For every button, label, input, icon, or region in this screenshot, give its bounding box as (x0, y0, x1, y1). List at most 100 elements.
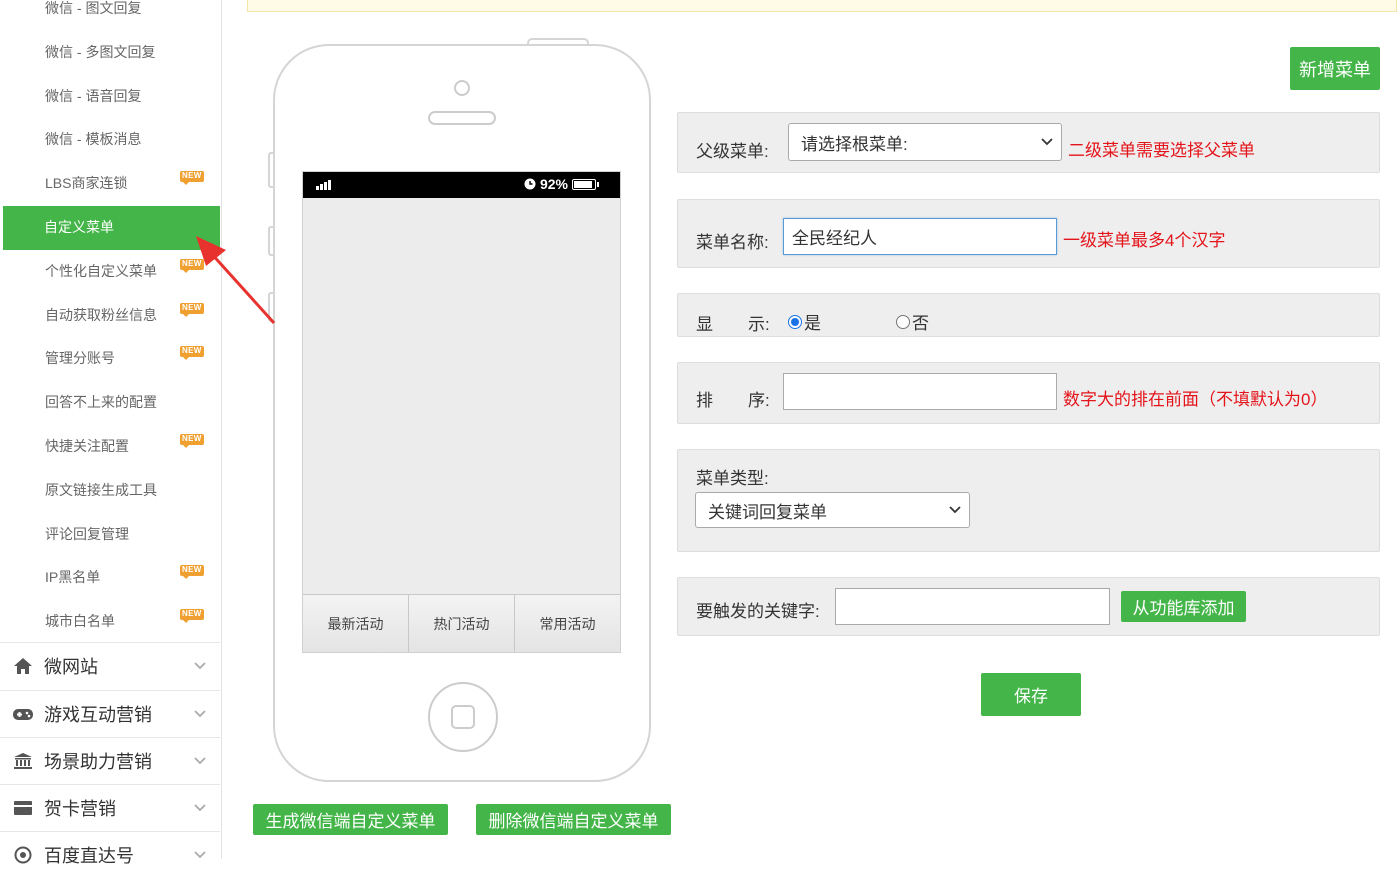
keyword-input[interactable] (835, 588, 1110, 625)
chevron-down-icon (949, 506, 961, 514)
order-label-1: 排 (696, 391, 713, 410)
phone-menu-item-1[interactable]: 热门活动 (409, 595, 515, 652)
menu-type-row: 菜单类型: 关键词回复菜单 (677, 449, 1380, 552)
phone-menu-item-2[interactable]: 常用活动 (515, 595, 620, 652)
sidebar-category-label: 微网站 (44, 657, 98, 677)
sidebar-category[interactable]: 微网站 (0, 642, 220, 689)
add-from-library-button[interactable]: 从功能库添加 (1121, 591, 1246, 622)
display-row: 显 示: 是 否 (677, 293, 1380, 337)
menu-name-input[interactable]: 全民经纪人 (783, 218, 1057, 255)
bank-icon (12, 750, 34, 772)
phone-speaker (428, 111, 496, 125)
sidebar-subitem[interactable]: 微信 - 语音回复 (3, 75, 220, 119)
new-badge: NEW (180, 346, 204, 361)
keyword-row: 要触发的关键字: 从功能库添加 (677, 577, 1380, 636)
phone-home-button (428, 682, 498, 752)
sidebar-subitem[interactable]: 微信 - 多图文回复 (3, 31, 220, 75)
chevron-down-icon (194, 657, 206, 675)
delete-wechat-menu-button[interactable]: 删除微信端自定义菜单 (476, 804, 671, 835)
sidebar-subitem-label: 评论回复管理 (45, 525, 129, 542)
sidebar-category[interactable]: 场景助力营销 (0, 737, 220, 784)
phone-status-bar: 92% (303, 172, 620, 198)
sidebar-subitem-label: 快捷关注配置 (45, 437, 129, 454)
new-badge: NEW (180, 433, 204, 448)
sidebar-subitem[interactable]: 管理分账号 NEW (3, 337, 220, 381)
battery-percent: 92% (539, 176, 568, 192)
order-label-2: 序: (748, 391, 770, 410)
sidebar-subitem[interactable]: 自动获取粉丝信息 NEW (3, 294, 220, 338)
sidebar-subitem[interactable]: IP黑名单 NEW (3, 556, 220, 600)
save-button[interactable]: 保存 (981, 673, 1081, 716)
radio-checked-icon (788, 314, 802, 329)
sidebar-subitem-label: 城市白名单 (45, 613, 115, 630)
phone-screen: 92% 最新活动 热门活动 常用活动 (302, 171, 621, 653)
sidebar-subitem[interactable]: 自定义菜单 (3, 205, 220, 250)
menu-name-row: 菜单名称: 全民经纪人 一级菜单最多4个汉字 (677, 199, 1380, 268)
sidebar-subitem-label: IP黑名单 (45, 569, 101, 586)
signal-icon (316, 180, 331, 190)
sidebar-category-label: 游戏互动营销 (44, 705, 152, 725)
sidebar-subitem-label: LBS商家连锁 (45, 175, 128, 192)
sidebar-category[interactable]: 百度直达号 (0, 831, 220, 878)
chevron-down-icon (1041, 138, 1053, 146)
home-icon (12, 655, 34, 677)
sidebar-subitem-label: 管理分账号 (45, 350, 115, 367)
parent-menu-row: 父级菜单: 请选择根菜单: 二级菜单需要选择父菜单 (677, 112, 1380, 173)
order-input[interactable] (783, 373, 1057, 410)
display-label-1: 显 (696, 315, 713, 334)
sidebar-subitem[interactable]: LBS商家连锁 NEW (3, 162, 220, 206)
annotation-arrow (196, 236, 276, 325)
sidebar-subitem[interactable]: 原文链接生成工具 (3, 469, 220, 513)
sidebar-subitem[interactable]: 评论回复管理 (3, 513, 220, 557)
sidebar: 微信 - 图文回复 微信 - 多图文回复 微信 - 语音回复 微信 - 模板消息 LBS… (0, 0, 222, 878)
new-badge: NEW (180, 565, 204, 580)
chevron-down-icon (194, 799, 206, 817)
chevron-down-icon (194, 705, 206, 723)
display-yes-radio[interactable]: 是 (788, 309, 821, 334)
menu-name-label: 菜单名称: (696, 233, 769, 252)
sidebar-subitem[interactable]: 个性化自定义菜单 NEW (3, 250, 220, 294)
parent-menu-select-value: 请选择根菜单: (801, 134, 908, 154)
sidebar-subitem-label: 微信 - 语音回复 (45, 87, 142, 104)
parent-menu-label: 父级菜单: (696, 142, 769, 161)
phone-menu-item-0[interactable]: 最新活动 (303, 595, 409, 652)
phone-menu-bar: 最新活动 热门活动 常用活动 (303, 594, 620, 652)
submenu-list: 微信 - 图文回复 微信 - 多图文回复 微信 - 语音回复 微信 - 模板消息 LBS… (3, 0, 220, 644)
sidebar-category[interactable]: 贺卡营销 (0, 784, 220, 831)
chevron-down-icon (194, 752, 206, 770)
sidebar-category[interactable]: 游戏互动营销 (0, 690, 220, 737)
menu-name-hint: 一级菜单最多4个汉字 (1063, 231, 1226, 250)
display-no-radio[interactable]: 否 (896, 309, 929, 334)
display-yes-label: 是 (804, 314, 821, 333)
display-no-label: 否 (912, 314, 929, 333)
sidebar-subitem-label: 微信 - 图文回复 (45, 0, 142, 16)
menu-name-value: 全民经纪人 (792, 229, 877, 248)
sidebar-subitem[interactable]: 微信 - 图文回复 (3, 0, 220, 31)
add-menu-button[interactable]: 新增菜单 (1290, 47, 1380, 90)
menu-type-label: 菜单类型: (696, 469, 769, 488)
sidebar-subitem-label: 微信 - 多图文回复 (45, 43, 156, 60)
radio-unchecked-icon (896, 314, 910, 329)
sidebar-subitem[interactable]: 回答不上来的配置 (3, 381, 220, 425)
sidebar-subitem-label: 原文链接生成工具 (45, 481, 157, 498)
sidebar-subitem-label: 微信 - 模板消息 (45, 131, 142, 148)
sidebar-category-label: 场景助力营销 (44, 752, 152, 772)
notice-bar (247, 0, 1397, 12)
generate-wechat-menu-button[interactable]: 生成微信端自定义菜单 (253, 804, 448, 835)
status-right: 92% (524, 176, 599, 192)
parent-menu-hint: 二级菜单需要选择父菜单 (1068, 141, 1255, 160)
sidebar-subitem[interactable]: 快捷关注配置 NEW (3, 425, 220, 469)
sidebar-subitem-label: 个性化自定义菜单 (45, 262, 157, 279)
new-badge: NEW (180, 171, 204, 186)
order-row: 排 序: 数字大的排在前面（不填默认为0） (677, 362, 1380, 424)
menu-type-select[interactable]: 关键词回复菜单 (695, 492, 970, 528)
parent-menu-select[interactable]: 请选择根菜单: (788, 123, 1062, 161)
sidebar-subitem[interactable]: 微信 - 模板消息 (3, 118, 220, 162)
phone-camera (454, 80, 470, 96)
chevron-down-icon (194, 846, 206, 864)
sidebar-category-label: 百度直达号 (44, 846, 134, 866)
clock-icon (524, 178, 536, 190)
sidebar-subitem[interactable]: 城市白名单 NEW (3, 600, 220, 644)
new-badge: NEW (180, 609, 204, 624)
sidebar-category-label: 贺卡营销 (44, 799, 116, 819)
